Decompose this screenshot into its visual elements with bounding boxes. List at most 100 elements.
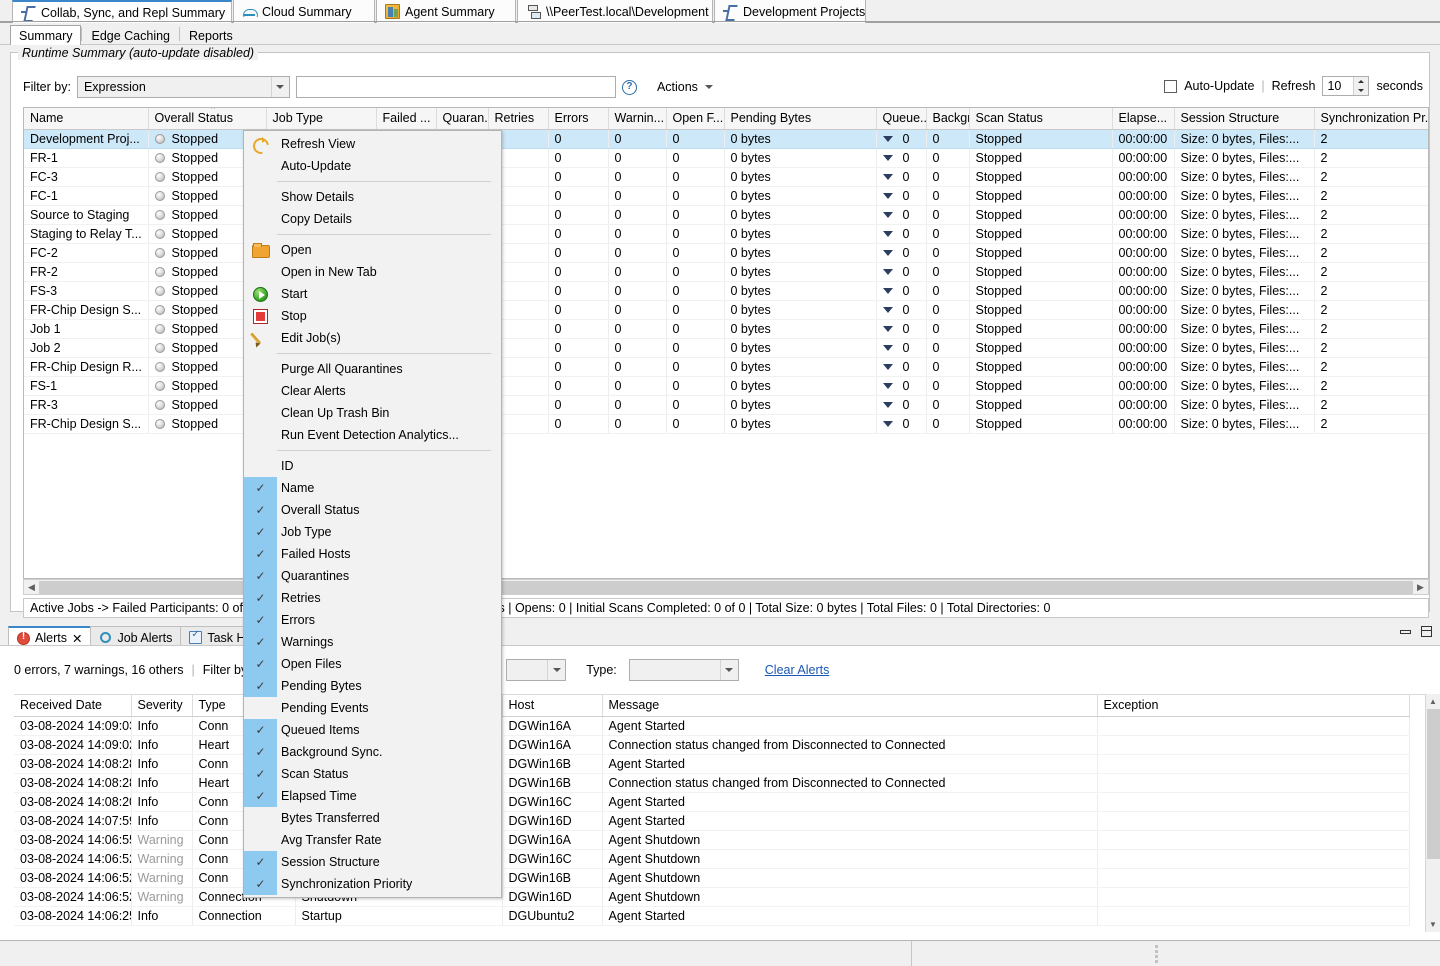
table-row[interactable]: FR-3Stopped000000 bytes00Stopped00:00:00… <box>24 395 1428 414</box>
filter-expression-input[interactable] <box>296 76 616 98</box>
chevron-down-icon[interactable] <box>883 231 893 237</box>
menu-item-avg-transfer-rate[interactable]: Avg Transfer Rate <box>244 829 501 851</box>
column-header-10[interactable]: Pending Bytes <box>724 108 876 129</box>
chevron-down-icon[interactable] <box>883 136 893 142</box>
alerts-row[interactable]: 03-08-2024 14:06:55WarningConnDGWin16AAg… <box>14 830 1409 849</box>
menu-item-clear-alerts[interactable]: Clear Alerts <box>244 380 501 402</box>
menu-item-elapsed-time[interactable]: ✓Elapsed Time <box>244 785 501 807</box>
menu-item-copy-details[interactable]: Copy Details <box>244 208 501 230</box>
column-header-14[interactable]: Elapse... <box>1112 108 1174 129</box>
menu-item-stop[interactable]: Stop <box>244 305 501 327</box>
clear-alerts-link[interactable]: Clear Alerts <box>765 663 830 677</box>
maximize-icon[interactable] <box>1421 626 1432 637</box>
view-tab-reports[interactable]: Reports <box>180 25 242 45</box>
column-header-12[interactable]: Backgr... <box>926 108 969 129</box>
alerts-column-header-1[interactable]: Received Date <box>14 695 131 716</box>
column-header-4[interactable]: Failed ... <box>376 108 436 129</box>
menu-item-edit-job-s[interactable]: Edit Job(s) <box>244 327 501 349</box>
alerts-type-select[interactable] <box>629 659 739 681</box>
alerts-column-header-7[interactable]: Exception <box>1097 695 1409 716</box>
jobs-table-hscrollbar[interactable]: ◀ ▶ <box>23 579 1429 595</box>
table-row[interactable]: FS-3Stopped000000 bytes00Stopped00:00:00… <box>24 281 1428 300</box>
chevron-down-icon[interactable] <box>883 402 893 408</box>
alerts-row[interactable]: 03-08-2024 14:08:20InfoConnDGWin16CAgent… <box>14 792 1409 811</box>
alerts-row[interactable]: 03-08-2024 14:06:25InfoConnectionStartup… <box>14 906 1409 925</box>
table-row[interactable]: Job 1Stopped000000 bytes00Stopped00:00:0… <box>24 319 1428 338</box>
menu-item-auto-update[interactable]: Auto-Update <box>244 155 501 177</box>
menu-item-synchronization-priority[interactable]: ✓Synchronization Priority <box>244 873 501 895</box>
menu-item-refresh-view[interactable]: Refresh View <box>244 133 501 155</box>
alerts-row[interactable]: 03-08-2024 14:06:52WarningConnDGWin16BAg… <box>14 868 1409 887</box>
menu-item-scan-status[interactable]: ✓Scan Status <box>244 763 501 785</box>
chevron-down-icon[interactable] <box>883 288 893 294</box>
table-row[interactable]: Job 2Stopped000000 bytes00Stopped00:00:0… <box>24 338 1428 357</box>
alerts-row[interactable]: 03-08-2024 14:09:02InfoHeartDGWin16AConn… <box>14 735 1409 754</box>
column-header-7[interactable]: Errors <box>548 108 608 129</box>
auto-update-checkbox[interactable] <box>1164 80 1177 93</box>
scroll-down-icon[interactable]: ▼ <box>1426 917 1440 932</box>
column-header-6[interactable]: Retries <box>488 108 548 129</box>
alerts-column-header-2[interactable]: Severity <box>131 695 192 716</box>
stepper-up-icon[interactable] <box>1354 77 1368 86</box>
alerts-row[interactable]: 03-08-2024 14:06:52WarningConnectionShut… <box>14 887 1409 906</box>
alerts-row[interactable]: 03-08-2024 14:08:28InfoHeartDGWin16BConn… <box>14 773 1409 792</box>
menu-item-pending-events[interactable]: Pending Events <box>244 697 501 719</box>
chevron-down-icon[interactable] <box>883 174 893 180</box>
alerts-vscrollbar[interactable]: ▲ ▼ <box>1425 694 1440 932</box>
menu-item-session-structure[interactable]: ✓Session Structure <box>244 851 501 873</box>
alerts-row[interactable]: 03-08-2024 14:09:03InfoConnDGWin16AAgent… <box>14 716 1409 735</box>
table-row[interactable]: FC-2Stopped000000 bytes00Stopped00:00:00… <box>24 243 1428 262</box>
jobs-context-menu[interactable]: Refresh ViewAuto-Update Show DetailsCopy … <box>243 130 502 898</box>
menu-item-show-details[interactable]: Show Details <box>244 186 501 208</box>
chevron-down-icon[interactable] <box>883 383 893 389</box>
editor-tab-4[interactable]: \\PeerTest.local\Development <box>517 0 713 23</box>
menu-item-run-event-detection-analytics[interactable]: Run Event Detection Analytics... <box>244 424 501 446</box>
column-header-16[interactable]: Synchronization Pr... <box>1314 108 1428 129</box>
table-row[interactable]: FS-1Stopped000000 bytes00Stopped00:00:00… <box>24 376 1428 395</box>
chevron-down-icon[interactable] <box>883 345 893 351</box>
help-icon[interactable]: ? <box>622 80 637 95</box>
editor-tab-3[interactable]: Agent Summary <box>376 0 516 23</box>
alerts-row[interactable]: 03-08-2024 14:07:59InfoConnDGWin16DAgent… <box>14 811 1409 830</box>
menu-item-queued-items[interactable]: ✓Queued Items <box>244 719 501 741</box>
table-row[interactable]: FC-1Stopped000000 bytes00Stopped00:00:00… <box>24 186 1428 205</box>
chevron-down-icon[interactable] <box>883 421 893 427</box>
scroll-left-icon[interactable]: ◀ <box>24 580 39 594</box>
chevron-down-icon[interactable] <box>883 212 893 218</box>
menu-item-quarantines[interactable]: ✓Quarantines <box>244 565 501 587</box>
chevron-down-icon[interactable] <box>883 193 893 199</box>
alerts-row[interactable]: 03-08-2024 14:06:52WarningConnDGWin16CAg… <box>14 849 1409 868</box>
menu-item-purge-all-quarantines[interactable]: Purge All Quarantines <box>244 358 501 380</box>
menu-item-job-type[interactable]: ✓Job Type <box>244 521 501 543</box>
table-row[interactable]: Development Proj...StoppedFile Collabora… <box>24 129 1428 148</box>
table-row[interactable]: FR-2Stopped000000 bytes00Stopped00:00:00… <box>24 262 1428 281</box>
minimize-icon[interactable] <box>1400 630 1411 634</box>
filter-by-select[interactable]: Expression <box>77 76 290 98</box>
column-header-8[interactable]: Warnin... <box>608 108 666 129</box>
scroll-up-icon[interactable]: ▲ <box>1426 694 1440 709</box>
table-row[interactable]: Source to StagingStopped000000 bytes00St… <box>24 205 1428 224</box>
menu-item-open-in-new-tab[interactable]: Open in New Tab <box>244 261 501 283</box>
editor-tab-5[interactable]: Development Projects <box>714 0 866 23</box>
jobs-table[interactable]: NameOverall Status⌃Job TypeFailed ...Qua… <box>23 107 1429 579</box>
column-header-13[interactable]: Scan Status <box>969 108 1112 129</box>
menu-item-background-sync[interactable]: ✓Background Sync. <box>244 741 501 763</box>
column-header-9[interactable]: Open F... <box>666 108 724 129</box>
chevron-down-icon[interactable] <box>883 250 893 256</box>
menu-item-bytes-transferred[interactable]: Bytes Transferred <box>244 807 501 829</box>
alerts-table[interactable]: Received DateSeverityTypeHostMessageExce… <box>14 694 1426 932</box>
view-tab-summary[interactable]: Summary <box>10 25 81 45</box>
column-header-1[interactable]: Name <box>24 108 148 129</box>
chevron-down-icon[interactable] <box>883 326 893 332</box>
menu-item-pending-bytes[interactable]: ✓Pending Bytes <box>244 675 501 697</box>
alerts-column-header-6[interactable]: Message <box>602 695 1097 716</box>
table-row[interactable]: FR-Chip Design S...Stopped000000 bytes00… <box>24 300 1428 319</box>
resize-grip-icon[interactable] <box>1155 945 1159 962</box>
menu-item-warnings[interactable]: ✓Warnings <box>244 631 501 653</box>
menu-item-open-files[interactable]: ✓Open Files <box>244 653 501 675</box>
menu-item-start[interactable]: Start <box>244 283 501 305</box>
editor-tab-2[interactable]: Cloud Summary <box>233 0 375 23</box>
stepper-buttons[interactable] <box>1353 77 1368 95</box>
vscroll-thumb[interactable] <box>1427 709 1440 859</box>
menu-item-id[interactable]: ID <box>244 455 501 477</box>
